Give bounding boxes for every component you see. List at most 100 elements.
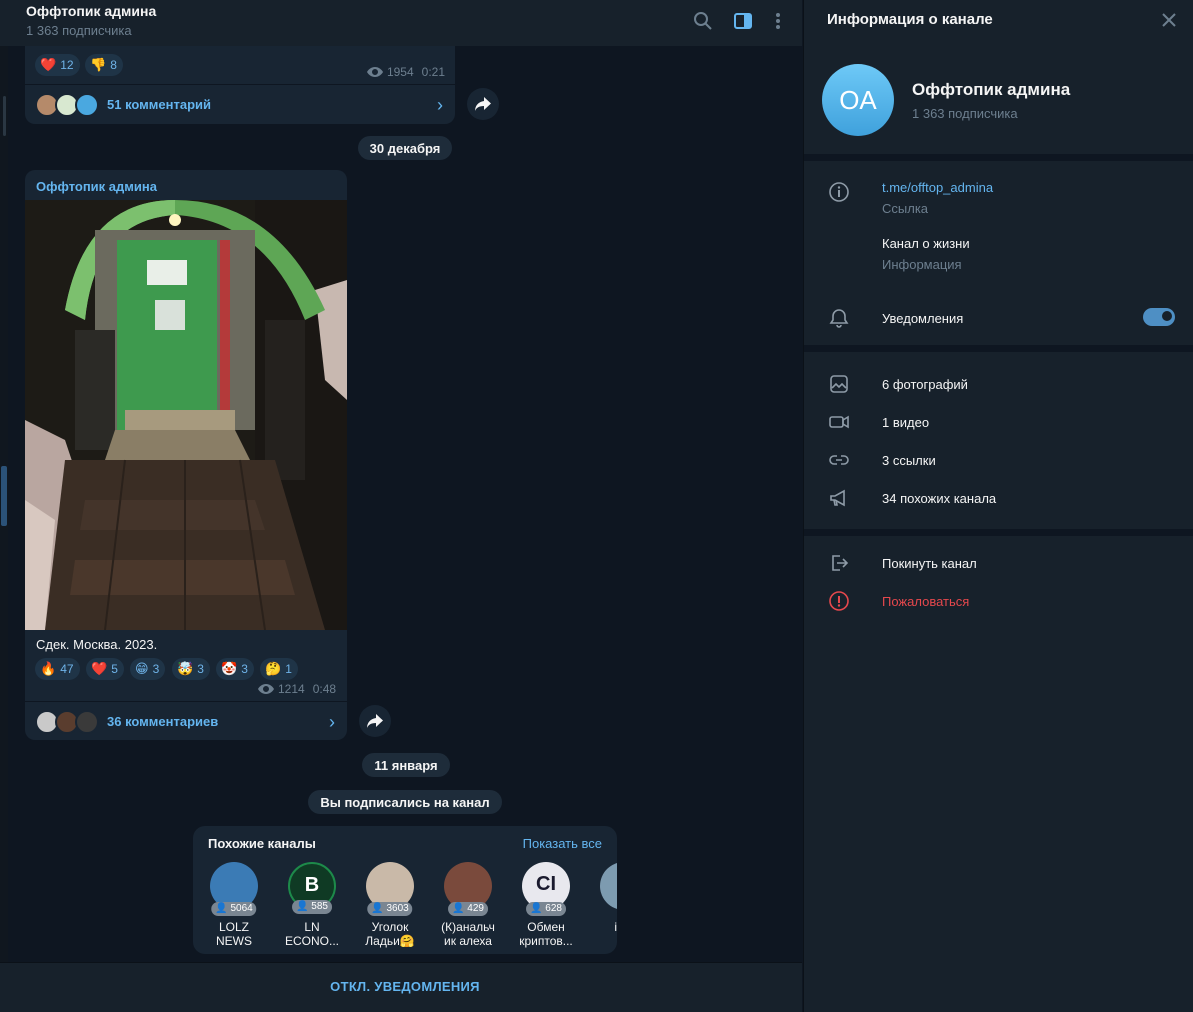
comments-label: 51 комментарий bbox=[107, 97, 212, 112]
service-message: Вы подписались на канал bbox=[308, 790, 502, 814]
subscriber-count-badge: 👤 628 bbox=[526, 902, 566, 916]
chevron-right-icon: › bbox=[329, 712, 335, 732]
reaction-count: 1 bbox=[285, 662, 292, 676]
more-vertical-icon[interactable] bbox=[767, 10, 789, 32]
description-label: Информация bbox=[882, 257, 962, 272]
report-button[interactable]: Пожаловаться bbox=[882, 594, 969, 609]
channel-info-panel: Информация о канале OA Оффтопик админа 1… bbox=[803, 0, 1193, 1012]
chat-header[interactable]: Оффтопик админа 1 363 подписчика bbox=[0, 0, 802, 46]
avatar bbox=[75, 93, 99, 117]
avatar: B 👤 585 bbox=[288, 862, 336, 914]
date-separator: 30 декабря bbox=[358, 136, 452, 160]
reaction-count: 3 bbox=[152, 662, 160, 676]
forward-icon bbox=[475, 97, 491, 111]
reaction-heart[interactable]: ❤️ 5 bbox=[86, 658, 124, 680]
video-icon bbox=[828, 411, 850, 433]
reaction-heart[interactable]: ❤️ 12 bbox=[35, 54, 80, 76]
channel-name: LOLZ NEWS bbox=[216, 920, 252, 948]
divider bbox=[804, 529, 1193, 536]
leave-channel-button[interactable]: Покинуть канал bbox=[882, 556, 977, 571]
similar-channel[interactable]: CI 👤 628 Обмен криптов... bbox=[511, 862, 581, 948]
notifications-toggle[interactable] bbox=[1143, 308, 1175, 326]
channel-subscribers: 1 363 подписчика bbox=[912, 106, 1018, 121]
notifications-label: Уведомления bbox=[882, 311, 964, 326]
clown-icon: 🤡 bbox=[221, 661, 238, 676]
sidebar-toggle-icon[interactable] bbox=[732, 10, 754, 32]
eye-icon bbox=[366, 67, 383, 77]
media-links[interactable]: 3 ссылки bbox=[882, 453, 936, 468]
megaphone-icon bbox=[828, 487, 850, 509]
reaction-dislike[interactable]: 👎 8 bbox=[85, 54, 123, 76]
bell-icon bbox=[828, 307, 850, 329]
channel-description: Канал о жизни bbox=[882, 236, 970, 251]
similar-channel[interactable]: ivarl bbox=[589, 862, 617, 948]
commenter-avatars bbox=[35, 93, 99, 117]
avatar: CI 👤 628 bbox=[522, 862, 570, 916]
panel-title: Информация о канале bbox=[827, 11, 993, 28]
scrollbar-thumb[interactable] bbox=[1, 466, 7, 526]
photo-icon bbox=[828, 373, 850, 395]
similar-channel[interactable]: B 👤 585 LN ECONO... bbox=[277, 862, 347, 948]
avatar bbox=[75, 710, 99, 734]
views-meta: 1954 0:21 bbox=[366, 65, 445, 79]
mind-blown-icon: 🤯 bbox=[177, 661, 194, 676]
reaction-fire[interactable]: 🔥 47 bbox=[35, 658, 80, 680]
heart-icon: ❤️ bbox=[91, 661, 108, 676]
reaction-count: 3 bbox=[241, 662, 248, 676]
similar-channel[interactable]: 👤 3603 Уголок Ладьи🤗 bbox=[355, 862, 425, 948]
reaction-thinking[interactable]: 🤔 1 bbox=[260, 658, 298, 680]
photo-illustration bbox=[25, 200, 347, 630]
channel-avatar[interactable]: OA bbox=[822, 64, 894, 136]
media-photos[interactable]: 6 фотографий bbox=[882, 377, 968, 392]
info-icon bbox=[828, 181, 850, 203]
date-separator: 11 января bbox=[362, 753, 450, 777]
thumbs-down-icon: 👎 bbox=[90, 57, 107, 72]
similar-channels-count[interactable]: 34 похожих канала bbox=[882, 491, 996, 506]
show-all-link[interactable]: Показать все bbox=[523, 836, 602, 851]
heart-icon: ❤️ bbox=[40, 57, 57, 72]
channel-name: (К)анальч ик алеха bbox=[441, 920, 495, 948]
chat-title[interactable]: Оффтопик админа bbox=[26, 3, 156, 19]
similar-channel[interactable]: 👤 5064 LOLZ NEWS bbox=[199, 862, 269, 948]
message-time: 0:21 bbox=[421, 65, 445, 79]
comments-label: 36 комментариев bbox=[107, 714, 219, 729]
channel-link[interactable]: t.me/offtop_admina bbox=[882, 180, 993, 195]
photo-image[interactable] bbox=[25, 200, 347, 630]
forward-icon bbox=[367, 714, 383, 728]
similar-channels-card: Похожие каналы Показать все 👤 5064 LOLZ N… bbox=[193, 826, 617, 954]
report-icon bbox=[828, 590, 850, 612]
reaction-mindblown[interactable]: 🤯 3 bbox=[172, 658, 210, 680]
comments-button[interactable]: 51 комментарий › bbox=[25, 84, 455, 124]
search-icon[interactable] bbox=[692, 10, 714, 32]
grin-icon: 😁 bbox=[135, 661, 149, 676]
link-label: Ссылка bbox=[882, 201, 929, 216]
forward-button[interactable] bbox=[467, 88, 499, 120]
views-count: 1954 bbox=[386, 65, 414, 79]
reaction-clown[interactable]: 🤡 3 bbox=[216, 658, 254, 680]
subscriber-count-badge: 👤 3603 bbox=[367, 902, 413, 916]
eye-icon bbox=[258, 684, 274, 694]
forward-button[interactable] bbox=[359, 705, 391, 737]
scrollbar-track[interactable] bbox=[0, 46, 8, 962]
close-icon[interactable] bbox=[1159, 10, 1179, 30]
channel-name: LN ECONO... bbox=[284, 920, 339, 948]
mute-notifications-button[interactable]: ОТКЛ. УВЕДОМЛЕНИЯ bbox=[0, 979, 802, 994]
reaction-count: 47 bbox=[60, 662, 74, 676]
channel-name: Обмен криптов... bbox=[519, 920, 573, 948]
channel-name: ivarl bbox=[614, 920, 617, 934]
reaction-grin[interactable]: 😁 3 bbox=[130, 658, 166, 680]
similar-channel[interactable]: 👤 429 (К)анальч ик алеха bbox=[433, 862, 503, 948]
commenter-avatars bbox=[35, 710, 99, 734]
media-videos[interactable]: 1 видео bbox=[882, 415, 929, 430]
scrollbar-mini-thumb[interactable] bbox=[3, 96, 6, 136]
subscriber-count-badge: 👤 5064 bbox=[211, 902, 257, 916]
avatar: 👤 3603 bbox=[366, 862, 414, 916]
reaction-count: 12 bbox=[60, 58, 74, 72]
views-meta: 1214 0:48 bbox=[258, 682, 336, 696]
fire-icon: 🔥 bbox=[40, 661, 57, 676]
channel-name: Уголок Ладьи🤗 bbox=[365, 920, 415, 948]
chat-subscribers: 1 363 подписчика bbox=[26, 23, 132, 38]
chevron-right-icon: › bbox=[437, 95, 443, 115]
comments-button[interactable]: 36 комментариев › bbox=[25, 701, 347, 741]
author-name[interactable]: Оффтопик админа bbox=[36, 179, 157, 194]
